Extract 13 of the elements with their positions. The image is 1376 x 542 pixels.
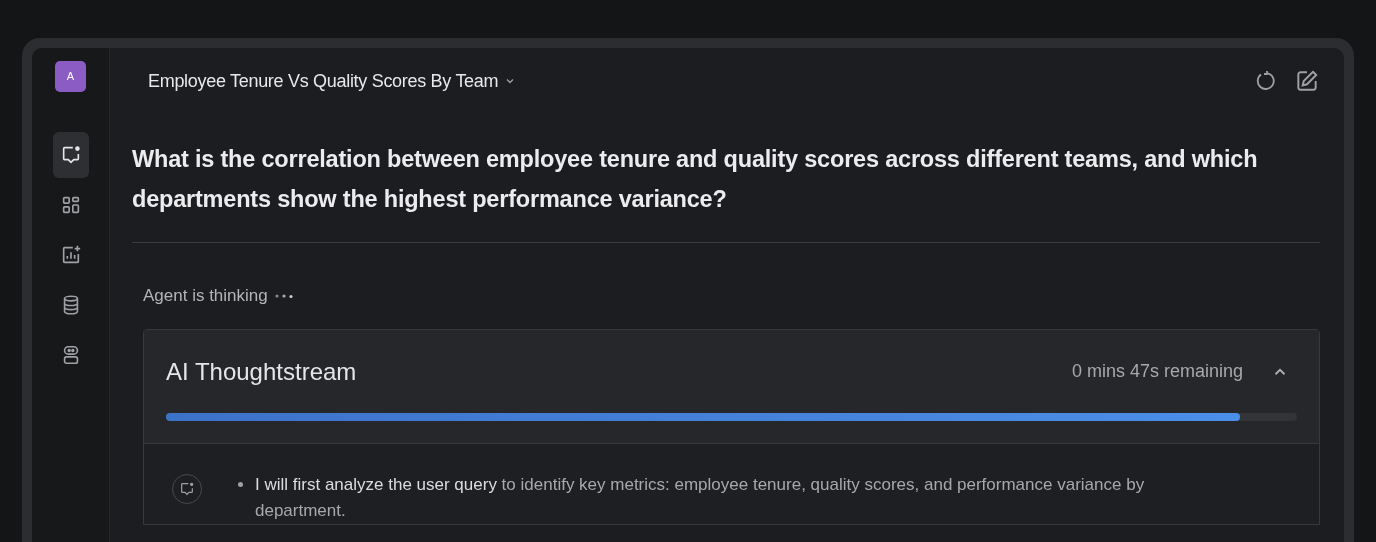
avatar[interactable]: A: [55, 61, 86, 92]
edit-icon[interactable]: [1294, 68, 1320, 94]
bullet-icon: [238, 481, 243, 487]
question-heading: What is the correlation between employee tenure and quality scores across different teams, and which departments show the highest performance variance?: [132, 145, 1259, 214]
status-text: Agent is thinking: [143, 285, 268, 307]
step-text: I will first analyze the user query to identify key metrics: employee tenure, quality scores, and performance variance by department.: [255, 473, 1146, 522]
sidebar-item[interactable]: [52, 132, 89, 178]
title-dropdown[interactable]: Employee Tenure Vs Quality Scores By Team: [148, 67, 517, 95]
refresh-icon[interactable]: [1254, 69, 1278, 93]
time-remaining: 0 mins 47s remaining: [1071, 360, 1243, 383]
card-title: AI Thoughtstream: [166, 356, 357, 387]
chat-bubble-icon: [179, 480, 195, 497]
typing-dots-icon: [273, 292, 294, 299]
